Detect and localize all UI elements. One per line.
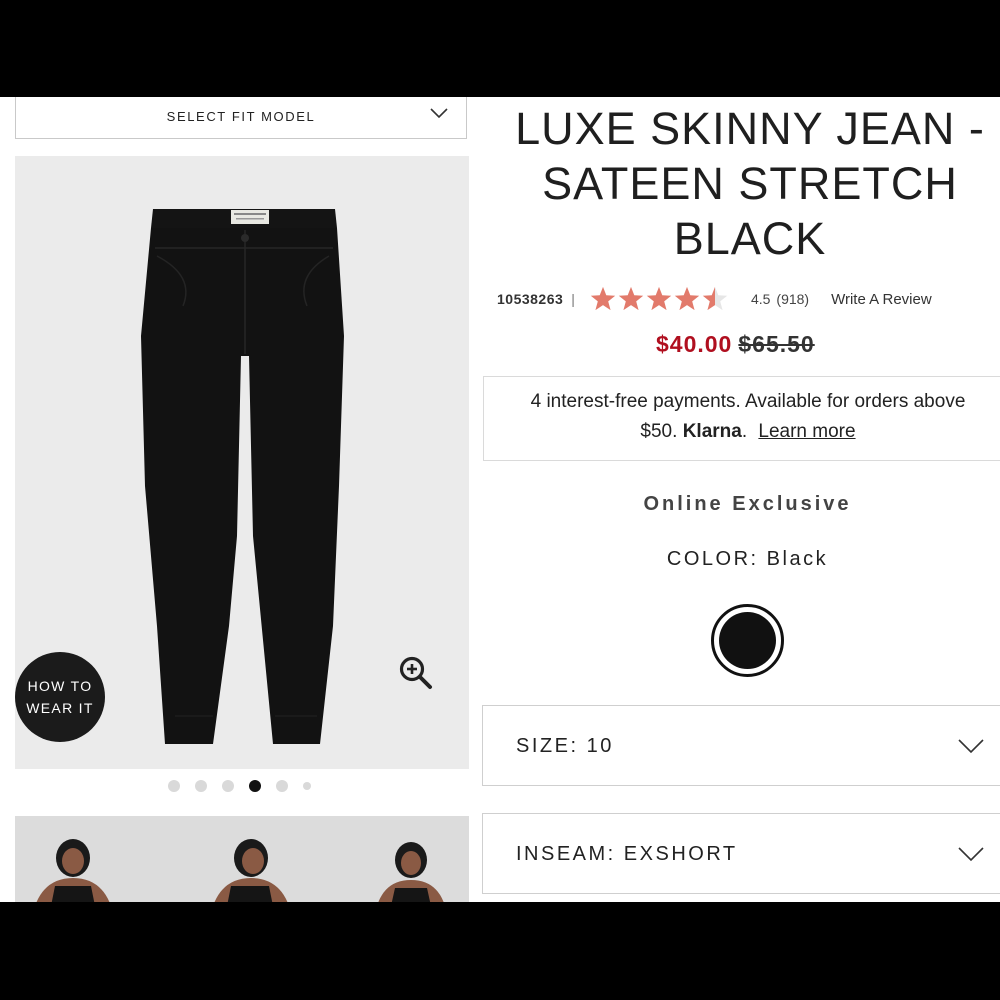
inseam-select[interactable]: INSEAM: EXSHORT — [482, 813, 1000, 894]
inseam-select-label: INSEAM: EXSHORT — [516, 843, 738, 865]
star-half-icon — [702, 286, 728, 311]
how-to-line1: HOW TO — [27, 678, 93, 694]
product-meta-row: 10538263 | 4.5 (918) Write A Review — [497, 286, 932, 312]
carousel-dot[interactable] — [195, 780, 207, 792]
how-to-line2: WEAR IT — [26, 700, 94, 716]
separator: | — [571, 291, 575, 307]
how-to-wear-it-button[interactable]: HOW TO WEAR IT — [15, 652, 105, 742]
title-line: LUXE SKINNY JEAN - — [515, 103, 985, 154]
star-rating[interactable] — [589, 286, 729, 312]
klarna-learn-more-link[interactable]: Learn more — [758, 421, 855, 442]
models-illustration — [36, 839, 444, 902]
klarna-brand: Klarna — [682, 421, 742, 442]
carousel-dots — [168, 780, 311, 792]
star-icon — [618, 286, 644, 311]
product-sku: 10538263 — [497, 291, 564, 307]
fit-model-label: SELECT FIT MODEL — [166, 109, 316, 124]
review-count[interactable]: (918) — [776, 291, 809, 307]
zoom-in-icon[interactable] — [398, 655, 434, 691]
klarna-payment-info: 4 interest-free payments. Available for … — [483, 376, 1000, 461]
star-icon — [646, 286, 672, 311]
model-gallery-image[interactable] — [15, 816, 469, 902]
write-review-link[interactable]: Write A Review — [831, 291, 932, 308]
color-label: COLOR: Black — [666, 548, 829, 570]
klarna-line1: 4 interest-free payments. Available for … — [530, 391, 966, 412]
sale-price: $40.00 — [656, 331, 733, 357]
fit-model-select[interactable]: SELECT FIT MODEL — [15, 97, 467, 139]
price-row: $40.00 $65.50 — [656, 331, 815, 358]
swatch-fill — [719, 612, 776, 669]
size-select-label: SIZE: 10 — [516, 735, 614, 757]
title-line: BLACK — [673, 213, 827, 264]
rating-value: 4.5 — [750, 291, 771, 307]
letterbox-bottom — [0, 902, 1000, 1000]
original-price: $65.50 — [738, 331, 815, 357]
carousel-dot[interactable] — [222, 780, 234, 792]
chevron-down-icon — [958, 847, 984, 862]
color-swatch-black[interactable] — [711, 604, 784, 677]
letterbox-top — [0, 0, 1000, 97]
online-exclusive-badge: Online Exclusive — [643, 493, 852, 515]
carousel-dot-active[interactable] — [249, 780, 261, 792]
star-icon — [674, 286, 700, 311]
klarna-price: $50. — [640, 421, 678, 442]
klarna-brand-suffix: . — [741, 421, 748, 442]
chevron-down-icon — [958, 739, 984, 754]
carousel-dot[interactable] — [276, 780, 288, 792]
product-page: SELECT FIT MODEL HOW TO WEAR IT LUXE SKI… — [0, 97, 1000, 902]
product-title: LUXE SKINNY JEAN - SATEEN STRETCH BLACK — [500, 101, 1000, 266]
star-icon — [590, 286, 616, 311]
size-select[interactable]: SIZE: 10 — [482, 705, 1000, 786]
title-line: SATEEN STRETCH — [542, 158, 958, 209]
carousel-dot[interactable] — [168, 780, 180, 792]
carousel-dot[interactable] — [303, 782, 311, 790]
chevron-down-icon — [430, 108, 448, 119]
